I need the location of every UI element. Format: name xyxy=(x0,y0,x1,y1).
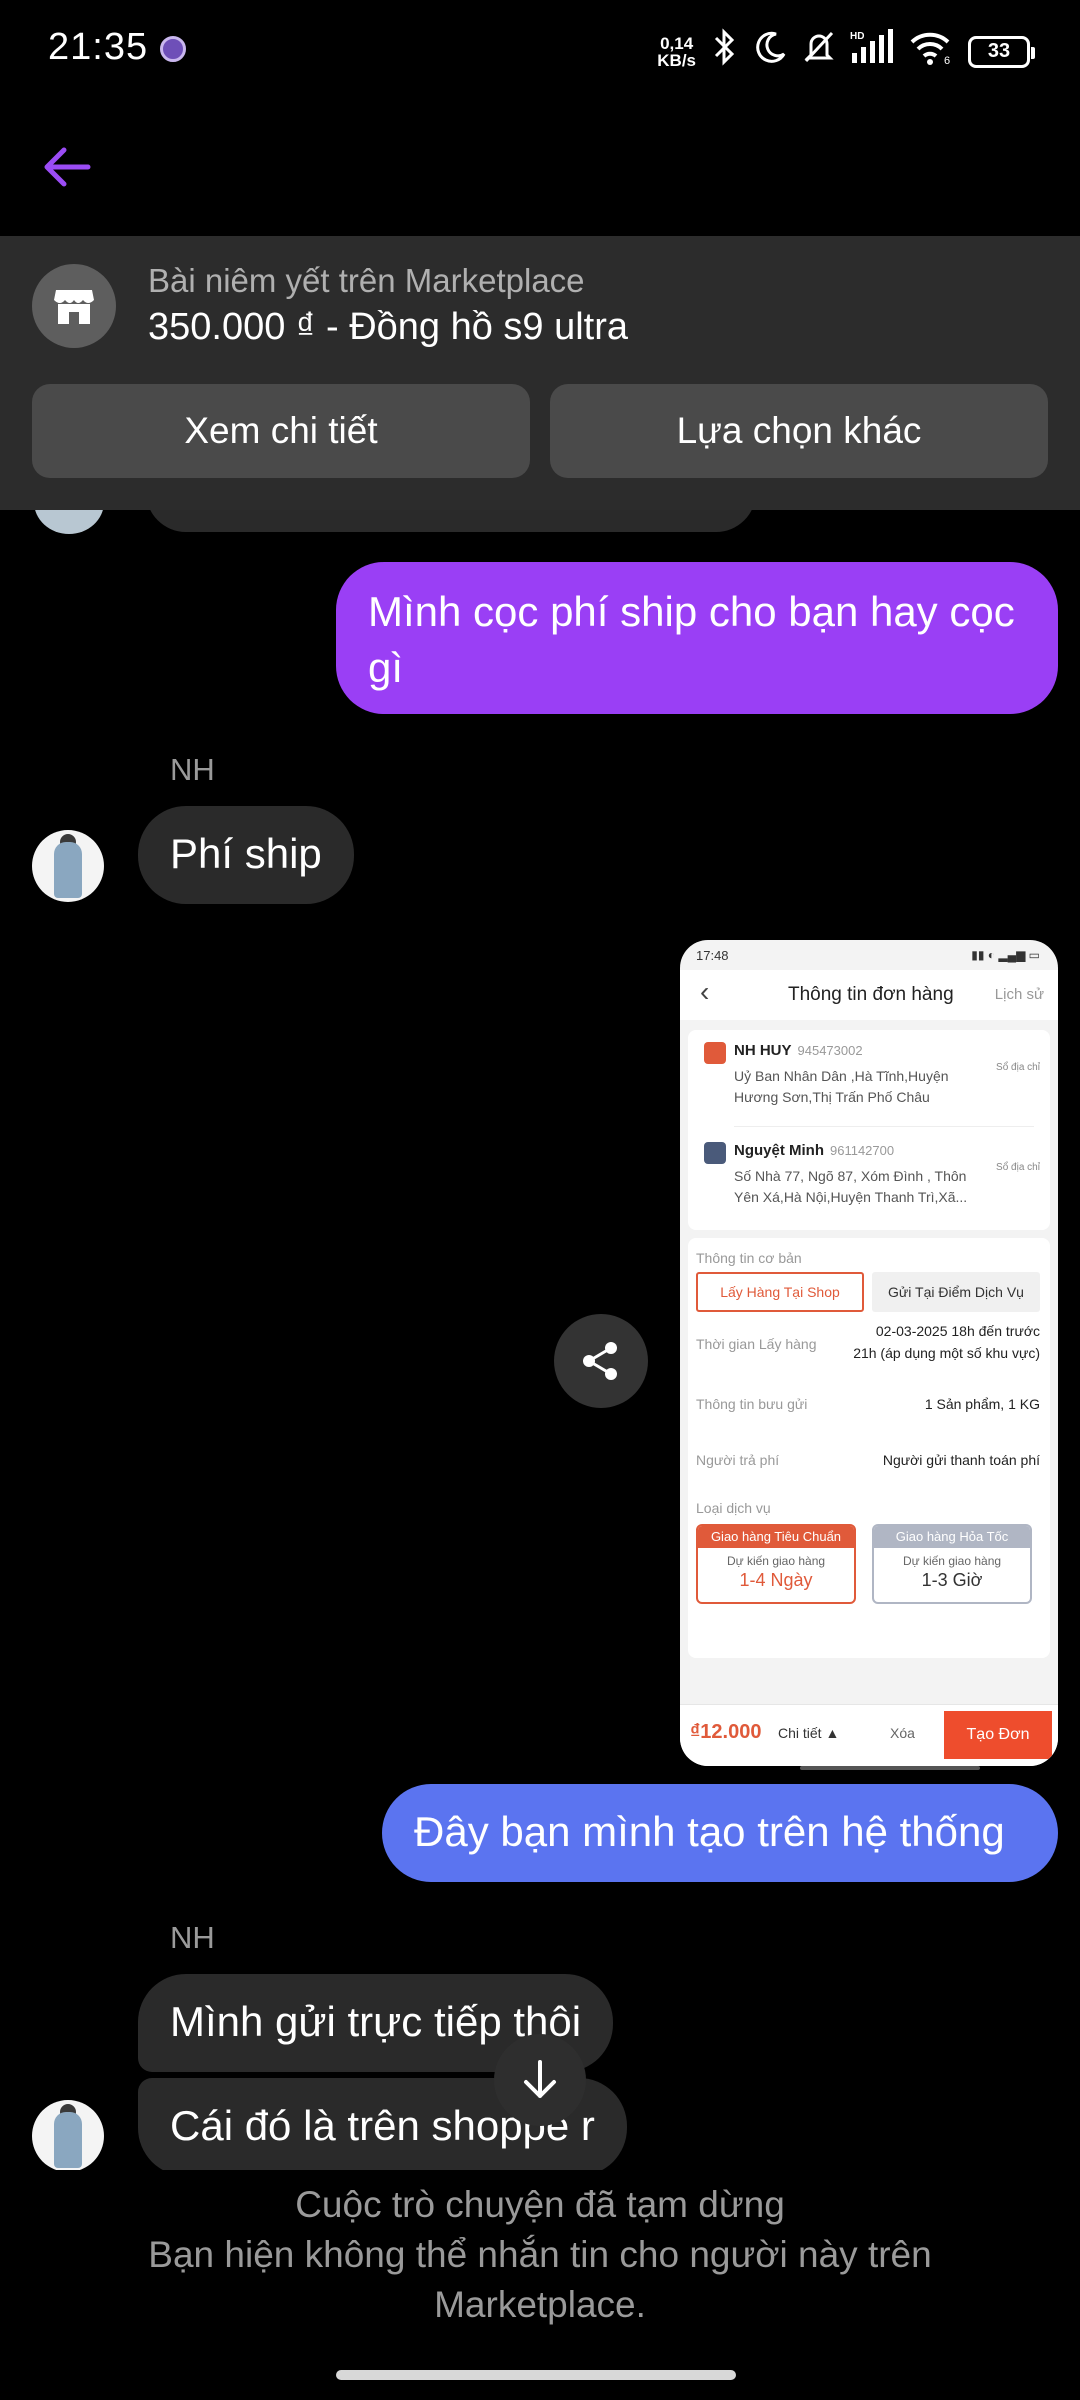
arrow-left-icon xyxy=(44,147,91,187)
tab-dropoff: Gửi Tại Điểm Dịch Vụ xyxy=(872,1272,1040,1312)
bell-off-icon xyxy=(802,29,836,74)
receiver-address: Số Nhà 77, Ngõ 87, Xóm Đình , Thôn Yên X… xyxy=(734,1168,968,1205)
listing-banner: Bài niêm yết trên Marketplace 350.000 ₫ … xyxy=(0,236,1080,510)
app-notification-icon xyxy=(160,36,186,62)
svg-text:HD: HD xyxy=(850,31,864,42)
avatar[interactable] xyxy=(34,510,104,534)
address-card: NH HUY 945473002 Uỷ Ban Nhân Dân ,Hà Tĩnh… xyxy=(688,1030,1050,1230)
outgoing-message[interactable]: Đây bạn mình tạo trên hệ thống xyxy=(382,1784,1058,1882)
service-standard: Giao hàng Tiêu Chuẩn Dự kiến giao hàng 1… xyxy=(696,1524,856,1604)
status-icons: 0,14 KB/s HD 6 33 xyxy=(657,28,1035,75)
order-info-card: Thông tin cơ bản Lấy Hàng Tại Shop Gửi T… xyxy=(688,1238,1050,1658)
chevron-left-icon: ‹ xyxy=(700,976,710,1007)
conversation-paused-notice: Cuộc trò chuyện đã tạm dừng Bạn hiện khô… xyxy=(0,2180,1080,2330)
receiver-icon xyxy=(704,1142,726,1164)
bluetooth-icon xyxy=(710,28,740,75)
wifi-icon: 6 xyxy=(908,28,954,75)
avatar[interactable] xyxy=(32,830,104,902)
scroll-to-bottom-button[interactable] xyxy=(494,2034,586,2126)
image-attachment[interactable]: 17:48 ▮▮ ◐ ▂▄▆ ▭ ‹ Thông tin đơn hàng Lị… xyxy=(680,940,1058,1766)
tab-pickup: Lấy Hàng Tại Shop xyxy=(696,1272,864,1312)
moon-icon xyxy=(754,30,788,73)
battery-indicator: 33 xyxy=(968,35,1035,68)
signal-hd-icon: HD xyxy=(850,29,894,74)
status-time: 21:35 xyxy=(48,26,149,68)
outgoing-message[interactable]: Mình cọc phí ship cho bạn hay cọc gì xyxy=(336,562,1058,714)
home-indicator[interactable] xyxy=(336,2370,736,2380)
status-bar: 21:35 0,14 KB/s HD 6 33 xyxy=(0,0,1080,100)
sender-name: NH xyxy=(170,752,215,787)
arrow-down-icon xyxy=(524,2060,556,2098)
listing-title[interactable]: 350.000 ₫ - Đồng hồ s9 ultra xyxy=(148,306,628,349)
shot-title: Thông tin đơn hàng xyxy=(788,984,954,1005)
service-express: Giao hàng Hỏa Tốc Dự kiến giao hàng 1-3 … xyxy=(872,1524,1032,1604)
divider xyxy=(800,1766,980,1770)
storefront-icon xyxy=(32,264,116,348)
view-details-button[interactable]: Xem chi tiết xyxy=(32,384,530,478)
notice-body: Bạn hiện không thể nhắn tin cho người nà… xyxy=(148,2234,932,2325)
address-book-link: Sổ địa chỉ xyxy=(996,1062,1040,1073)
chat-thread[interactable]: Mình cọc phí ship cho bạn hay cọc gì NH … xyxy=(0,510,1080,2170)
shot-status-icons: ▮▮ ◐ ▂▄▆ ▭ xyxy=(971,948,1040,962)
listing-caption: Bài niêm yết trên Marketplace xyxy=(148,262,585,299)
sender-name: NH HUY 945473002 xyxy=(734,1042,863,1059)
avatar[interactable] xyxy=(32,2100,104,2170)
message-bubble-partial xyxy=(146,510,756,532)
notice-title: Cuộc trò chuyện đã tạm dừng xyxy=(295,2184,785,2225)
back-button[interactable] xyxy=(40,132,110,202)
sender-icon xyxy=(704,1042,726,1064)
svg-text:6: 6 xyxy=(944,55,950,66)
address-book-link: Sổ địa chỉ xyxy=(996,1162,1040,1173)
shot-bottom-bar: ₫12.000 Chi tiết ▲ Xóa Tạo Đơn xyxy=(680,1704,1058,1766)
shot-history: Lịch sử xyxy=(994,986,1044,1003)
shot-time: 17:48 xyxy=(696,948,729,963)
share-button[interactable] xyxy=(554,1314,648,1408)
sender-address: Uỷ Ban Nhân Dân ,Hà Tĩnh,Huyện Hương Sơn… xyxy=(734,1068,949,1105)
sender-name: NH xyxy=(170,1920,215,1955)
net-speed: 0,14 KB/s xyxy=(657,33,696,70)
incoming-message[interactable]: Phí ship xyxy=(138,806,354,904)
share-icon xyxy=(583,1342,617,1380)
shot-header: ‹ Thông tin đơn hàng Lịch sử xyxy=(680,970,1058,1020)
receiver-name: Nguyệt Minh 961142700 xyxy=(734,1142,895,1159)
other-options-button[interactable]: Lựa chọn khác xyxy=(550,384,1048,478)
